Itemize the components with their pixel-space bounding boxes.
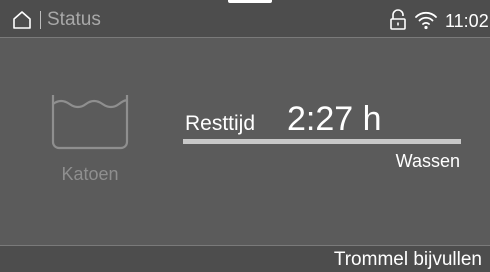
bottom-bar: Trommel bijvullen <box>0 245 490 272</box>
pull-down-handle[interactable] <box>228 0 272 3</box>
progress-fill <box>183 139 461 144</box>
washing-machine-screen: Status 11:02 Katoen Resttijd 2:27 h Wass… <box>0 0 490 272</box>
progress-bar <box>183 139 461 144</box>
remaining-time-value: 2:27 h <box>287 100 382 138</box>
clock: 11:02 <box>445 11 489 31</box>
home-icon[interactable] <box>12 10 32 30</box>
add-laundry-button[interactable]: Trommel bijvullen <box>334 249 482 271</box>
program-name: Katoen <box>61 164 119 184</box>
wash-tub-icon[interactable] <box>50 92 130 150</box>
divider <box>40 11 41 29</box>
wifi-icon <box>415 11 437 30</box>
wash-phase: Wassen <box>395 151 460 171</box>
page-title: Status <box>47 9 101 30</box>
remaining-time-label: Resttijd <box>185 112 256 135</box>
status-bar: Status 11:02 <box>0 0 490 38</box>
lock-icon <box>390 9 406 30</box>
